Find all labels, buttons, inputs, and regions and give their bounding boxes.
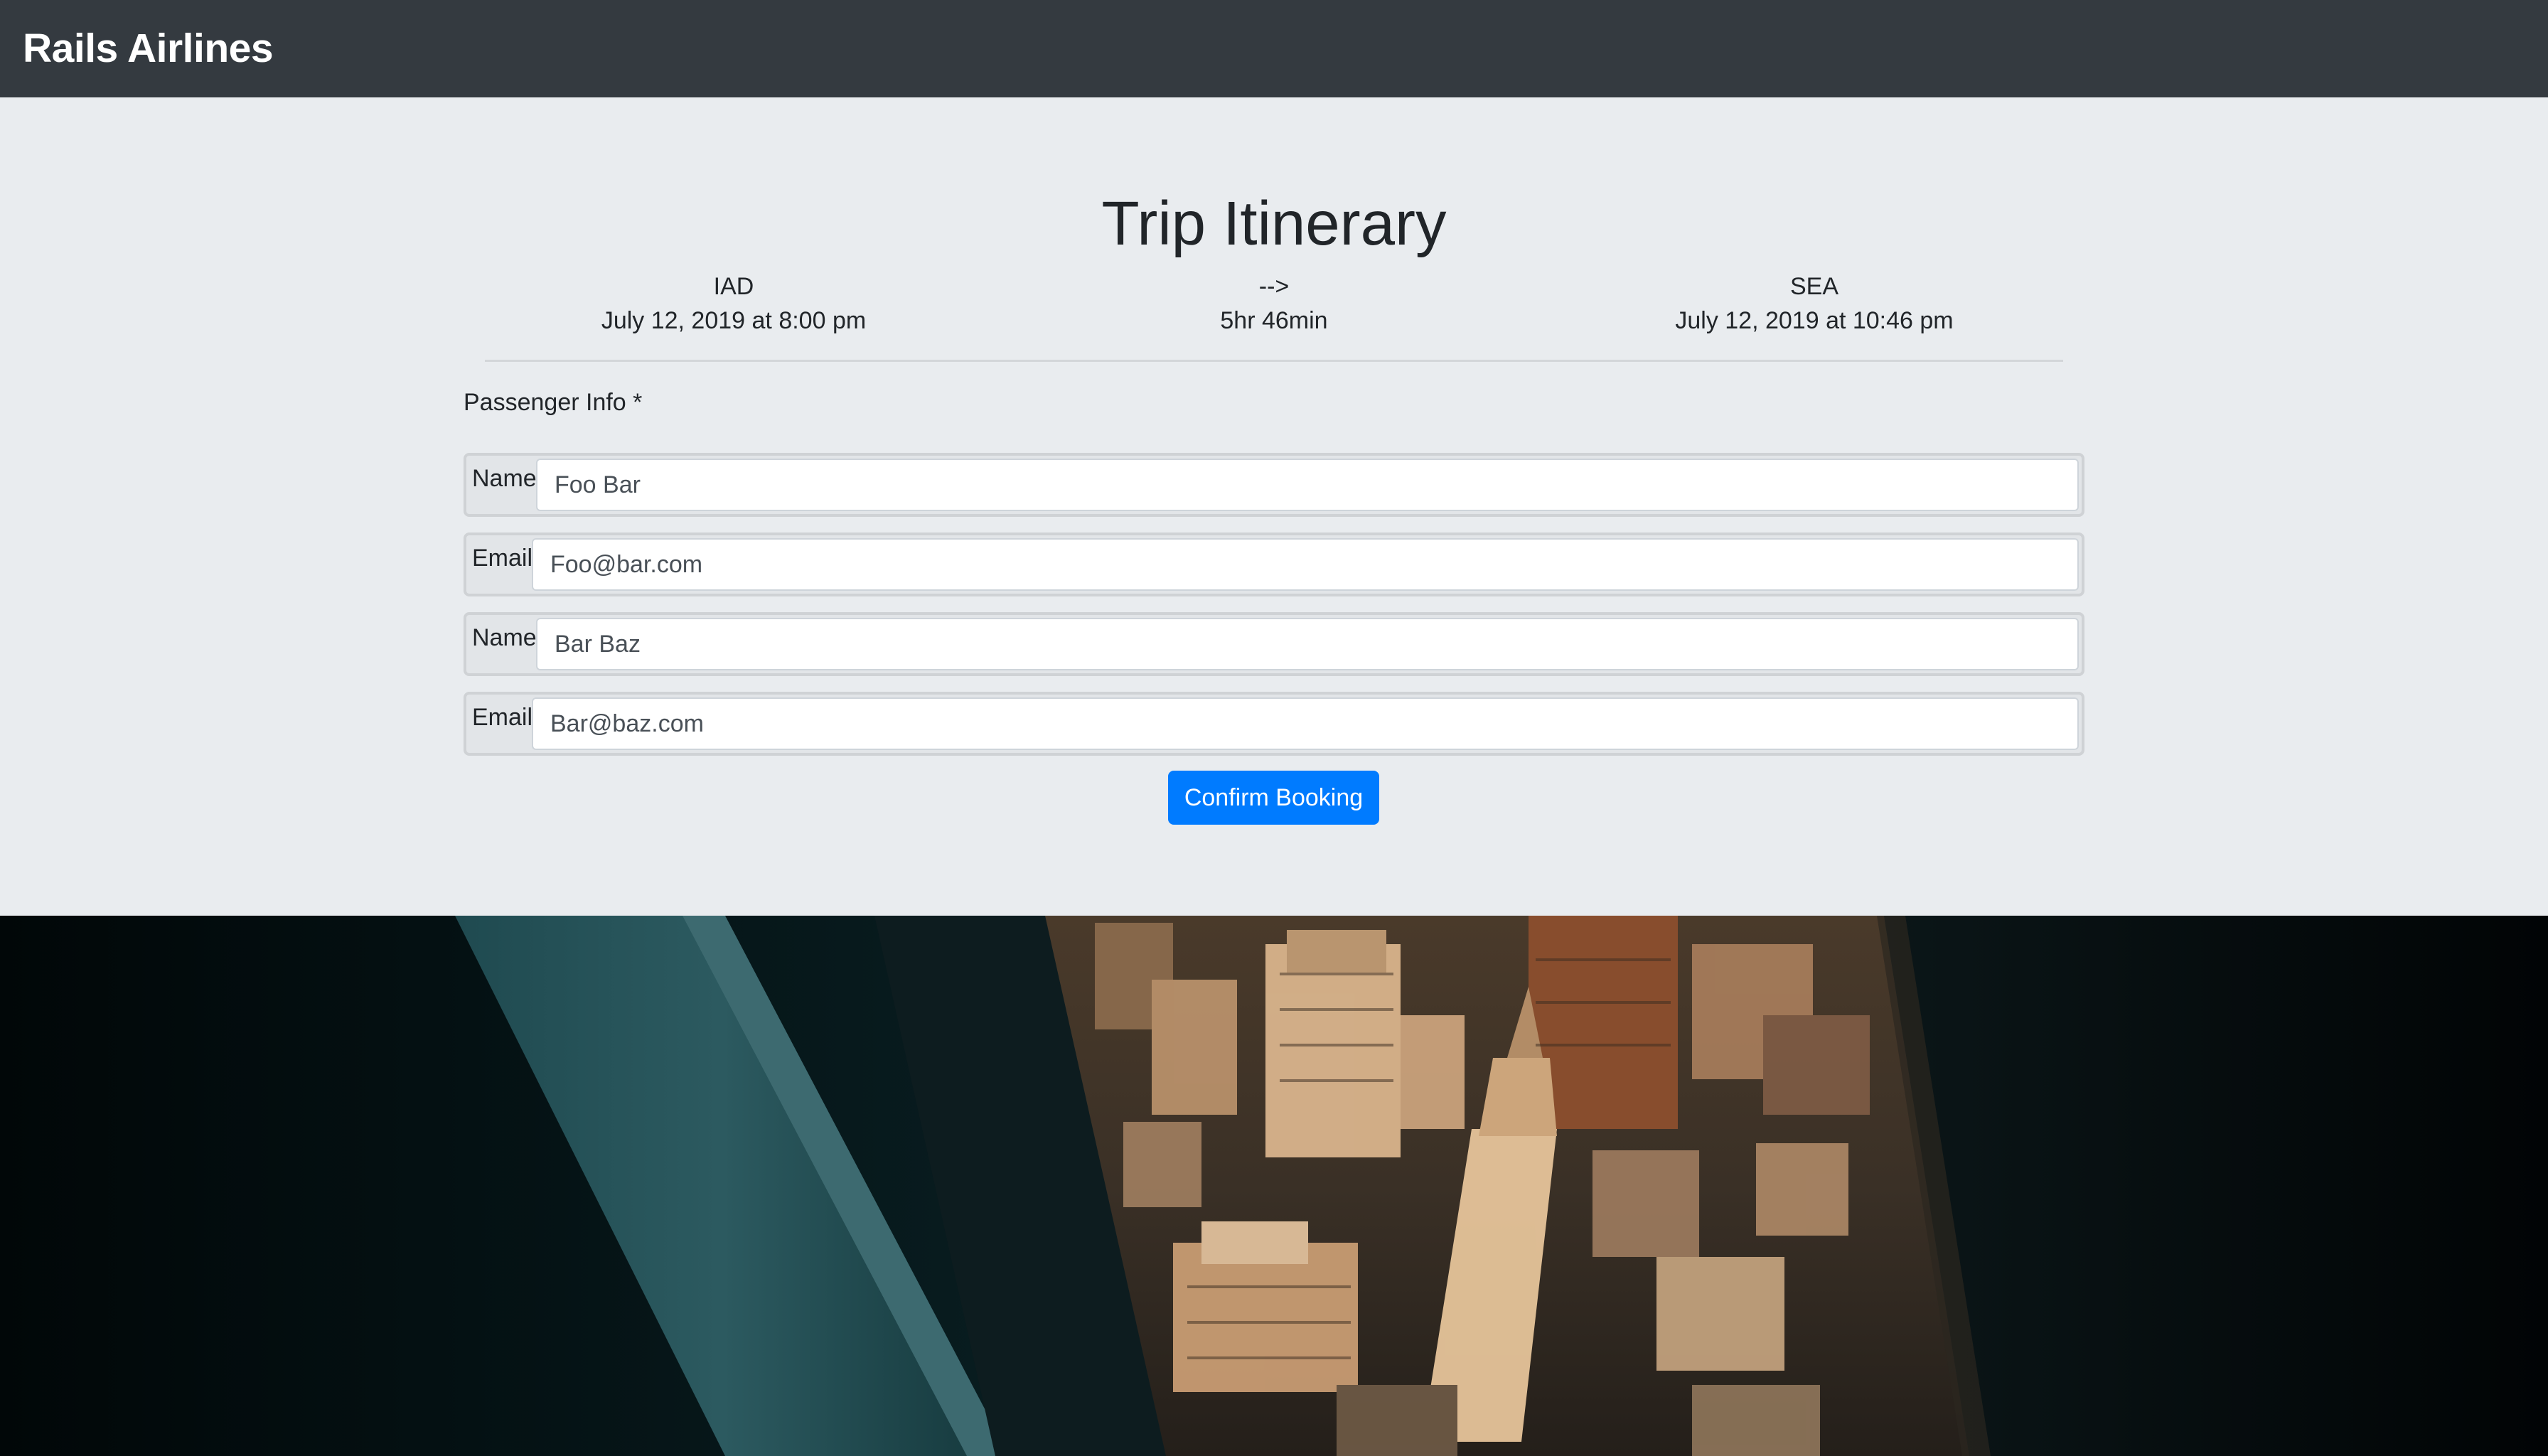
departure-info: IAD July 12, 2019 at 8:00 pm [485, 269, 983, 338]
name-label: Name [472, 624, 537, 651]
flight-connector: --> 5hr 46min [1025, 269, 1523, 338]
passenger-1-name-group: Name [464, 453, 2084, 517]
passenger-2-email-group: Email [464, 692, 2084, 756]
passenger-1-name-input[interactable] [536, 459, 2079, 511]
email-label: Email [472, 545, 533, 572]
email-label: Email [472, 704, 533, 731]
page-title: Trip Itinerary [1101, 189, 1447, 258]
departure-datetime: July 12, 2019 at 8:00 pm [601, 307, 867, 334]
passenger-1-email-group: Email [464, 532, 2084, 596]
confirm-booking-button[interactable]: Confirm Booking [1168, 771, 1379, 825]
arrival-airport: SEA [1789, 273, 1839, 300]
passenger-2-name-group: Name [464, 612, 2084, 676]
brand-link[interactable]: Rails Airlines [23, 24, 274, 73]
flight-duration: 5hr 46min [1220, 307, 1328, 334]
arrival-info: SEA July 12, 2019 at 10:46 pm [1565, 269, 2063, 338]
navbar: Rails Airlines [0, 0, 2548, 97]
arrow-text: --> [1258, 273, 1290, 300]
passenger-2-name-input[interactable] [536, 618, 2079, 670]
divider [485, 360, 2063, 362]
passenger-2-email-input[interactable] [532, 697, 2079, 750]
itinerary-section: Trip Itinerary IAD July 12, 2019 at 8:00… [0, 97, 2548, 916]
hero-image [0, 916, 2548, 1456]
name-label: Name [472, 465, 537, 492]
city-from-airplane-window-image [0, 916, 2548, 1456]
passenger-1-email-input[interactable] [532, 538, 2079, 591]
departure-airport: IAD [713, 273, 754, 300]
passenger-info-label: Passenger Info * [464, 389, 643, 416]
arrival-datetime: July 12, 2019 at 10:46 pm [1675, 307, 1954, 334]
